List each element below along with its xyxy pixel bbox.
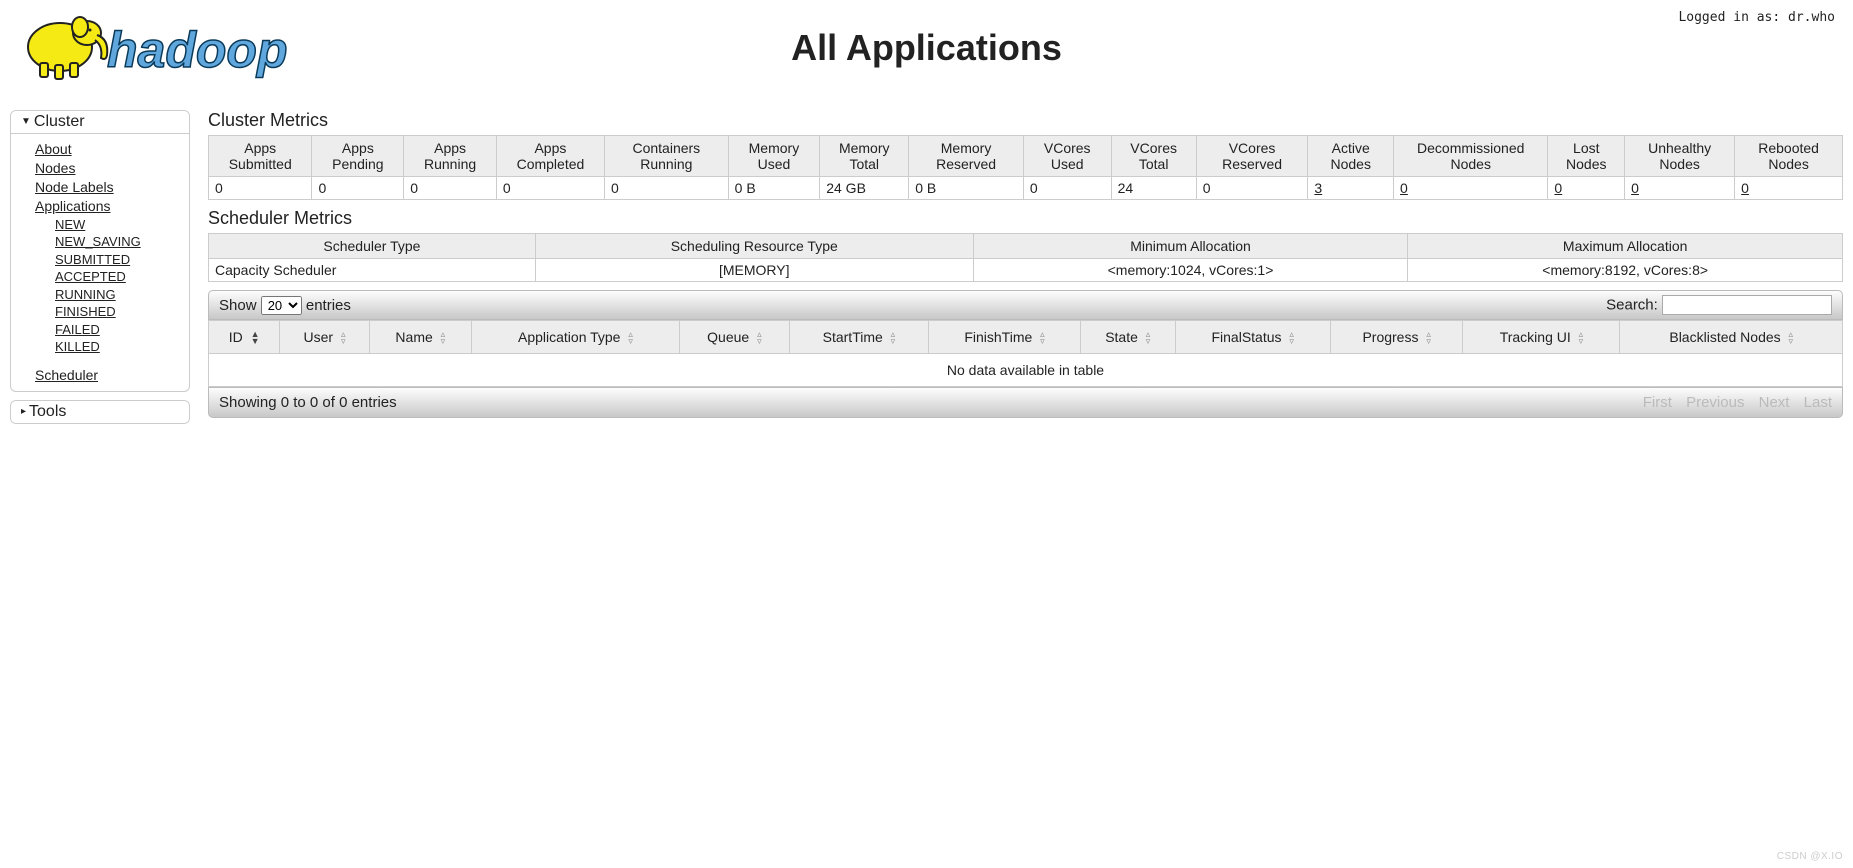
page-size-select[interactable]: 20 [261,296,302,315]
cluster-metrics-cell[interactable]: 0 [1394,177,1548,200]
sidebar-state-failed[interactable]: FAILED [55,321,181,339]
cluster-metrics-cell[interactable]: 3 [1308,177,1394,200]
svg-text:hadoop: hadoop [107,22,288,78]
sidebar-state-running[interactable]: RUNNING [55,286,181,304]
scheduler-metrics-cell: Capacity Scheduler [209,259,536,282]
datatable-controls: Show 20 entries Search: [208,290,1843,320]
sidebar-link-scheduler[interactable]: Scheduler [35,366,181,385]
sidebar-link-node-labels[interactable]: Node Labels [35,178,181,197]
datatable-info: Showing 0 to 0 of 0 entries [219,394,397,411]
sidebar-link-nodes[interactable]: Nodes [35,159,181,178]
applications-table: ID ▲▼User ▵▿Name ▵▿Application Type ▵▿Qu… [208,320,1843,387]
sidebar-state-accepted[interactable]: ACCEPTED [55,268,181,286]
apps-column-header[interactable]: Queue ▵▿ [680,321,790,354]
pager-last[interactable]: Last [1804,394,1832,411]
page-size-control: Show 20 entries [219,296,351,315]
cluster-metrics-title: Cluster Metrics [208,110,1843,131]
pager-next[interactable]: Next [1759,394,1790,411]
scheduler-metrics-title: Scheduler Metrics [208,208,1843,229]
cluster-metrics-table: Apps SubmittedApps PendingApps RunningAp… [208,135,1843,200]
cluster-metrics-cell: 0 [1196,177,1308,200]
apps-column-header[interactable]: ID ▲▼ [209,321,280,354]
cluster-metrics-cell: 0 [404,177,497,200]
cluster-metrics-header: Apps Running [404,136,497,177]
hadoop-logo: hadoop [15,5,325,85]
scheduler-metrics-cell: [MEMORY] [535,259,973,282]
cluster-metrics-cell: 0 B [909,177,1024,200]
cluster-metrics-cell: 0 [605,177,729,200]
scheduler-metrics-header: Scheduler Type [209,234,536,259]
sidebar-state-new-saving[interactable]: NEW_SAVING [55,233,181,251]
sidebar-state-submitted[interactable]: SUBMITTED [55,251,181,269]
cluster-metrics-header: Memory Reserved [909,136,1024,177]
sidebar-state-new[interactable]: NEW [55,216,181,234]
apps-column-header[interactable]: User ▵▿ [280,321,369,354]
caret-right-icon: ▸ [21,406,26,417]
apps-column-header[interactable]: Application Type ▵▿ [471,321,679,354]
sidebar-tools-panel: ▸Tools [10,400,190,424]
sidebar-state-killed[interactable]: KILLED [55,338,181,356]
cluster-metrics-cell: 24 [1111,177,1196,200]
no-data-row: No data available in table [209,354,1843,387]
apps-column-header[interactable]: Tracking UI ▵▿ [1463,321,1620,354]
cluster-metrics-header: Apps Completed [496,136,604,177]
pager: First Previous Next Last [1633,394,1832,411]
search-control: Search: [1606,295,1832,315]
apps-column-header[interactable]: State ▵▿ [1080,321,1175,354]
cluster-metrics-cell: 24 GB [820,177,909,200]
logged-in-user: Logged in as: dr.who [1678,10,1835,25]
cluster-metrics-cell[interactable]: 0 [1735,177,1843,200]
apps-column-header[interactable]: Blacklisted Nodes ▵▿ [1620,321,1843,354]
cluster-metrics-header: Apps Submitted [209,136,312,177]
pager-first[interactable]: First [1643,394,1672,411]
apps-column-header[interactable]: StartTime ▵▿ [789,321,928,354]
sidebar-link-applications[interactable]: Applications [35,197,181,216]
cluster-metrics-cell: 0 B [728,177,820,200]
sidebar-tools-header[interactable]: ▸Tools [11,401,189,423]
scheduler-metrics-cell: <memory:1024, vCores:1> [973,259,1408,282]
cluster-metrics-header: Active Nodes [1308,136,1394,177]
apps-column-header[interactable]: Name ▵▿ [369,321,471,354]
scheduler-metrics-header: Minimum Allocation [973,234,1408,259]
sidebar-cluster-panel: ▼Cluster About Nodes Node Labels Applica… [10,110,190,392]
cluster-metrics-cell: 0 [1023,177,1111,200]
sidebar-cluster-header[interactable]: ▼Cluster [11,111,189,134]
cluster-metrics-header: Decommissioned Nodes [1394,136,1548,177]
cluster-metrics-header: VCores Reserved [1196,136,1308,177]
cluster-metrics-cell: 0 [312,177,404,200]
pager-previous[interactable]: Previous [1686,394,1744,411]
cluster-metrics-header: VCores Used [1023,136,1111,177]
cluster-metrics-header: Memory Total [820,136,909,177]
scheduler-metrics-cell: <memory:8192, vCores:8> [1408,259,1843,282]
sidebar-state-finished[interactable]: FINISHED [55,303,181,321]
apps-column-header[interactable]: Progress ▵▿ [1330,321,1463,354]
search-input[interactable] [1662,295,1832,315]
caret-down-icon: ▼ [21,116,31,127]
apps-column-header[interactable]: FinalStatus ▵▿ [1175,321,1330,354]
cluster-metrics-header: Rebooted Nodes [1735,136,1843,177]
cluster-metrics-cell[interactable]: 0 [1548,177,1625,200]
cluster-metrics-header: Unhealthy Nodes [1625,136,1735,177]
cluster-metrics-header: Containers Running [605,136,729,177]
cluster-metrics-header: Lost Nodes [1548,136,1625,177]
apps-column-header[interactable]: FinishTime ▵▿ [929,321,1081,354]
cluster-metrics-cell[interactable]: 0 [1625,177,1735,200]
scheduler-metrics-table: Scheduler TypeScheduling Resource TypeMi… [208,233,1843,282]
scheduler-metrics-header: Maximum Allocation [1408,234,1843,259]
cluster-metrics-header: Apps Pending [312,136,404,177]
watermark: CSDN @X.IO [1777,851,1843,862]
scheduler-metrics-header: Scheduling Resource Type [535,234,973,259]
cluster-metrics-header: VCores Total [1111,136,1196,177]
sidebar-link-about[interactable]: About [35,140,181,159]
datatable-footer: Showing 0 to 0 of 0 entries First Previo… [208,387,1843,418]
cluster-metrics-header: Memory Used [728,136,820,177]
cluster-metrics-cell: 0 [496,177,604,200]
cluster-metrics-cell: 0 [209,177,312,200]
